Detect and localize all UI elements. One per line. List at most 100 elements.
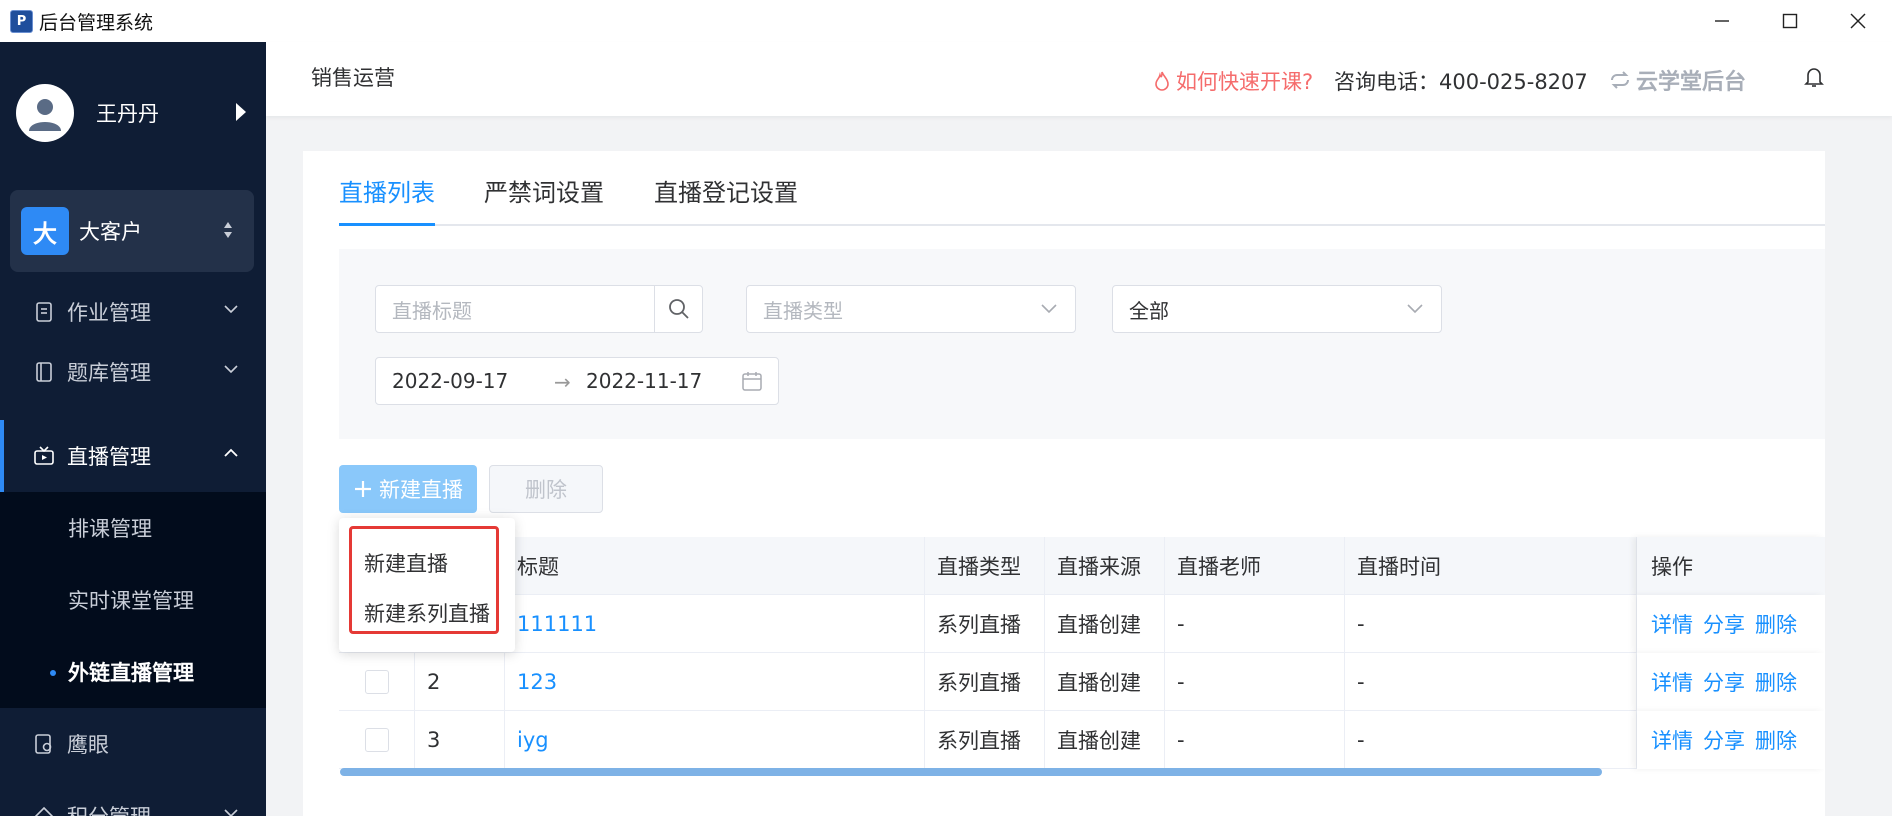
title-placeholder: 直播标题 — [392, 298, 472, 323]
source-cell: 直播创建 — [1045, 711, 1165, 769]
type-cell: 系列直播 — [925, 653, 1045, 711]
refresh-loop-icon — [1611, 71, 1629, 89]
window-titlebar: P 后台管理系统 — [0, 0, 1892, 42]
share-link[interactable]: 分享 — [1703, 609, 1745, 639]
brand-label: 云学堂后台 — [1636, 70, 1747, 95]
tv-icon — [33, 445, 55, 467]
share-link[interactable]: 分享 — [1703, 667, 1745, 697]
sort-icon — [224, 222, 232, 238]
chevron-down-icon — [1041, 304, 1057, 314]
app-logo-icon: P — [10, 9, 33, 33]
index-cell: 2 — [415, 653, 505, 711]
sidebar-item-label: 题库管理 — [67, 361, 151, 385]
delete-link[interactable]: 删除 — [1755, 725, 1797, 755]
sidebar-item-label: 鹰眼 — [67, 733, 109, 757]
org-icon: 大 — [21, 207, 69, 255]
new-live-dropdown: 新建直播 新建系列直播 — [339, 518, 515, 652]
tab-live-registration[interactable]: 直播登记设置 — [654, 173, 798, 226]
dropdown-item-new-series-live[interactable]: 新建系列直播 — [364, 598, 490, 628]
time-cell: - — [1345, 711, 1637, 769]
sidebar-item-eagle-eye[interactable]: 鹰眼 — [0, 708, 266, 780]
detail-link[interactable]: 详情 — [1651, 667, 1693, 697]
help-link[interactable]: 如何快速开课? — [1154, 66, 1313, 96]
live-type-select[interactable]: 直播类型 — [746, 285, 1076, 333]
header-time: 直播时间 — [1345, 537, 1637, 595]
teacher-cell: - — [1165, 711, 1345, 769]
tab-bar: 直播列表 严禁词设置 直播登记设置 — [339, 151, 1825, 226]
org-name: 大客户 — [79, 220, 142, 244]
title-link[interactable]: 111111 — [505, 595, 925, 653]
header-ops: 操作 — [1637, 537, 1825, 595]
delete-link[interactable]: 删除 — [1755, 667, 1797, 697]
status-value: 全部 — [1129, 298, 1169, 323]
close-button[interactable] — [1824, 0, 1892, 42]
maximize-button[interactable] — [1756, 0, 1824, 42]
new-live-button[interactable]: 新建直播 — [339, 465, 477, 513]
dropdown-item-new-live[interactable]: 新建直播 — [364, 548, 448, 578]
date-separator: → — [554, 370, 571, 394]
detail-link[interactable]: 详情 — [1651, 725, 1693, 755]
delete-button[interactable]: 删除 — [489, 465, 603, 513]
date-range-picker[interactable]: 2022-09-17 → 2022-11-17 — [375, 357, 779, 405]
teacher-cell: - — [1165, 653, 1345, 711]
brand-logo[interactable]: 云学堂后台 — [1608, 64, 1746, 96]
ops-cell: 详情 分享 删除 — [1637, 595, 1825, 653]
tab-live-list[interactable]: 直播列表 — [339, 173, 435, 226]
ops-cell: 详情 分享 删除 — [1637, 653, 1825, 711]
status-select[interactable]: 全部 — [1112, 285, 1442, 333]
window-controls — [1688, 0, 1892, 42]
row-checkbox[interactable] — [365, 670, 389, 694]
sidebar: 王丹丹 大 大客户 作业管理 题库管理 直播管理 排课管理 实时课堂管理 外链直… — [0, 42, 266, 816]
detail-link[interactable]: 详情 — [1651, 609, 1693, 639]
close-icon — [1850, 13, 1866, 29]
sidebar-item-question-bank[interactable]: 题库管理 — [0, 336, 266, 408]
maximize-icon — [1782, 13, 1798, 29]
chevron-up-icon — [224, 448, 238, 457]
table-header-row: 标题 直播类型 直播来源 直播老师 直播时间 操作 — [339, 537, 1825, 595]
minimize-button[interactable] — [1688, 0, 1756, 42]
chevron-down-icon — [224, 305, 238, 314]
submenu-item-external-live[interactable]: 外链直播管理 — [0, 636, 266, 708]
sidebar-item-live[interactable]: 直播管理 — [0, 420, 266, 492]
flame-icon — [1155, 71, 1169, 91]
share-link[interactable]: 分享 — [1703, 725, 1745, 755]
sidebar-item-label: 直播管理 — [67, 445, 151, 469]
search-button[interactable] — [654, 286, 702, 332]
chevron-down-icon — [224, 365, 238, 374]
title-link[interactable]: 123 — [505, 653, 925, 711]
type-cell: 系列直播 — [925, 595, 1045, 653]
sidebar-item-points[interactable]: 积分管理 — [0, 780, 266, 816]
live-submenu: 排课管理 实时课堂管理 外链直播管理 — [0, 492, 266, 708]
main-card: 直播列表 严禁词设置 直播登记设置 直播标题 直播类型 全部 2022-09-1… — [303, 151, 1825, 816]
submenu-item-label: 实时课堂管理 — [68, 589, 194, 613]
header-type: 直播类型 — [925, 537, 1045, 595]
delete-link[interactable]: 删除 — [1755, 609, 1797, 639]
checkbox-cell — [339, 711, 415, 769]
tab-banned-words[interactable]: 严禁词设置 — [484, 173, 604, 226]
source-cell: 直播创建 — [1045, 653, 1165, 711]
date-start[interactable]: 2022-09-17 — [392, 369, 508, 393]
help-link-label: 如何快速开课? — [1176, 70, 1314, 94]
org-switcher[interactable]: 大 大客户 — [10, 190, 254, 272]
header-title: 标题 — [505, 537, 925, 595]
row-checkbox[interactable] — [365, 728, 389, 752]
eye-doc-icon — [33, 733, 55, 755]
checkbox-cell — [339, 653, 415, 711]
current-dot-icon — [50, 670, 56, 676]
filter-panel: 直播标题 直播类型 全部 2022-09-17 → 2022-11-17 — [339, 249, 1825, 439]
chevron-down-icon — [224, 809, 238, 816]
submenu-item-realtime[interactable]: 实时课堂管理 — [0, 564, 266, 636]
table-row: 3 iyg 系列直播 直播创建 - - 详情 分享 删除 — [339, 711, 1825, 769]
submenu-item-label: 外链直播管理 — [68, 661, 194, 685]
horizontal-scrollbar[interactable] — [340, 768, 1602, 776]
bell-icon[interactable] — [1804, 66, 1824, 88]
user-profile[interactable]: 王丹丹 — [0, 82, 266, 144]
breadcrumb: 销售运营 — [311, 66, 395, 90]
title-search-input[interactable]: 直播标题 — [375, 285, 703, 333]
date-end[interactable]: 2022-11-17 — [586, 369, 702, 393]
title-link[interactable]: iyg — [505, 711, 925, 769]
avatar — [16, 84, 74, 142]
minimize-icon — [1715, 20, 1729, 22]
time-cell: - — [1345, 595, 1637, 653]
submenu-item-schedule[interactable]: 排课管理 — [0, 492, 266, 564]
